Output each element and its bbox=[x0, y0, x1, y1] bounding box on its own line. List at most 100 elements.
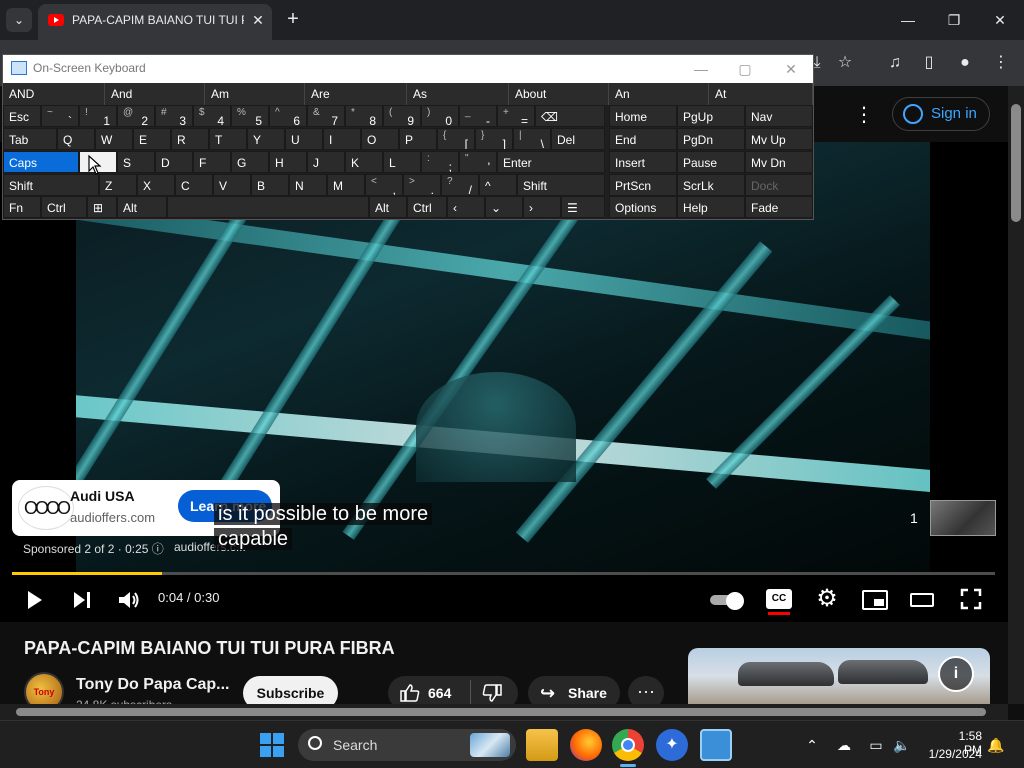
osk-key-1-5[interactable]: T bbox=[209, 128, 247, 150]
osk-key-2-2[interactable]: S bbox=[117, 151, 155, 173]
close-window-button[interactable]: ✕ bbox=[980, 6, 1020, 34]
osk-key-0-10[interactable]: (9 bbox=[383, 105, 421, 127]
channel-name[interactable]: Tony Do Papa Cap... bbox=[76, 676, 230, 694]
windows-start-icon[interactable] bbox=[260, 733, 284, 757]
firefox-icon[interactable] bbox=[570, 729, 602, 761]
bookmark-star-icon[interactable]: ☆ bbox=[832, 50, 858, 76]
sign-in-button[interactable]: Sign in bbox=[892, 97, 990, 131]
osk-key-1-9[interactable]: O bbox=[361, 128, 399, 150]
file-explorer-icon[interactable] bbox=[526, 729, 558, 761]
osk-nav-key-pause[interactable]: Pause bbox=[677, 151, 745, 173]
osk-key-1-3[interactable]: E bbox=[133, 128, 171, 150]
osk-key-4-5[interactable]: Alt bbox=[369, 196, 407, 218]
volume-icon[interactable] bbox=[116, 588, 142, 612]
osk-nav-key-nav[interactable]: Nav bbox=[745, 105, 813, 127]
osk-key-1-7[interactable]: U bbox=[285, 128, 323, 150]
sidebar-ad-banner[interactable]: i bbox=[688, 648, 990, 704]
osk-key-1-2[interactable]: W bbox=[95, 128, 133, 150]
tab-close-icon[interactable]: ✕ bbox=[248, 10, 268, 30]
osk-key-1-4[interactable]: R bbox=[171, 128, 209, 150]
prediction-0[interactable]: AND bbox=[3, 83, 105, 105]
osk-key-1-10[interactable]: P bbox=[399, 128, 437, 150]
osk-key-2-5[interactable]: G bbox=[231, 151, 269, 173]
osk-key-0-6[interactable]: % 5 bbox=[231, 105, 269, 127]
osk-key-3-3[interactable]: C bbox=[175, 174, 213, 196]
minimize-button[interactable]: — bbox=[888, 6, 928, 34]
prediction-5[interactable]: About bbox=[509, 83, 609, 105]
media-control-icon[interactable]: ♫ bbox=[882, 50, 908, 76]
osk-key-3-10[interactable]: ? / bbox=[441, 174, 479, 196]
notification-bell-icon[interactable]: 🔔 bbox=[986, 735, 1006, 755]
osk-nav-key-mv-up[interactable]: Mv Up bbox=[745, 128, 813, 150]
osk-key-2-10[interactable]: :; bbox=[421, 151, 459, 173]
on-screen-keyboard-taskbar-icon[interactable] bbox=[700, 729, 732, 761]
osk-key-4-8[interactable]: ⌄ bbox=[485, 196, 523, 218]
osk-nav-key-dock[interactable]: Dock bbox=[745, 174, 813, 196]
captions-button[interactable]: CC bbox=[766, 589, 792, 609]
like-thumb-icon[interactable] bbox=[400, 684, 420, 702]
osk-key-0-2[interactable]: ! 1 bbox=[79, 105, 117, 127]
accessibility-app-icon[interactable]: ✦ bbox=[656, 729, 688, 761]
osk-key-3-4[interactable]: V bbox=[213, 174, 251, 196]
osk-key-0-5[interactable]: $4 bbox=[193, 105, 231, 127]
osk-nav-key-scrlk[interactable]: ScrLk bbox=[677, 174, 745, 196]
horizontal-scrollbar-thumb[interactable] bbox=[16, 708, 986, 716]
osk-minimize-button[interactable]: — bbox=[681, 57, 721, 81]
maximize-button[interactable]: ❐ bbox=[934, 6, 974, 34]
osk-key-0-7[interactable]: ^ 6 bbox=[269, 105, 307, 127]
new-tab-button[interactable]: + bbox=[282, 8, 304, 30]
osk-key-4-0[interactable]: Fn bbox=[3, 196, 41, 218]
scrollbar-thumb[interactable] bbox=[1011, 104, 1021, 222]
osk-nav-key-mv-dn[interactable]: Mv Dn bbox=[745, 151, 813, 173]
osk-key-3-9[interactable]: >. bbox=[403, 174, 441, 196]
more-menu-icon[interactable]: ⋮ bbox=[852, 104, 876, 128]
tab-search-button[interactable]: ⌄ bbox=[6, 8, 32, 32]
side-panel-icon[interactable]: ▯ bbox=[916, 50, 942, 76]
osk-key-2-12[interactable]: Enter bbox=[497, 151, 605, 173]
osk-key-0-12[interactable]: _ - bbox=[459, 105, 497, 127]
play-button[interactable] bbox=[22, 588, 46, 612]
osk-nav-key-insert[interactable]: Insert bbox=[609, 151, 677, 173]
chrome-icon[interactable] bbox=[612, 729, 644, 761]
settings-gear-icon[interactable]: ⚙ bbox=[814, 586, 840, 612]
osk-nav-key-options[interactable]: Options bbox=[609, 196, 677, 218]
osk-key-3-7[interactable]: M bbox=[327, 174, 365, 196]
osk-key-1-8[interactable]: I bbox=[323, 128, 361, 150]
onedrive-icon[interactable]: ☁ bbox=[834, 735, 854, 755]
prediction-2[interactable]: Am bbox=[205, 83, 305, 105]
osk-key-4-7[interactable]: ‹ bbox=[447, 196, 485, 218]
osk-key-4-9[interactable]: › bbox=[523, 196, 561, 218]
osk-key-0-4[interactable]: #3 bbox=[155, 105, 193, 127]
osk-key-2-0[interactable]: Caps bbox=[3, 151, 79, 173]
like-count[interactable]: 664 bbox=[428, 685, 451, 701]
taskbar-search-box[interactable]: Search bbox=[298, 729, 516, 761]
osk-key-2-8[interactable]: K bbox=[345, 151, 383, 173]
osk-key-1-6[interactable]: Y bbox=[247, 128, 285, 150]
osk-key-1-1[interactable]: Q bbox=[57, 128, 95, 150]
volume-muted-icon[interactable]: 🔈 bbox=[892, 735, 912, 755]
autoplay-toggle[interactable] bbox=[710, 592, 746, 610]
osk-key-1-14[interactable]: Del bbox=[551, 128, 605, 150]
osk-key-4-2[interactable]: ⊞ bbox=[87, 196, 117, 218]
browser-menu-icon[interactable]: ⋮ bbox=[988, 50, 1014, 76]
horizontal-scrollbar[interactable] bbox=[0, 704, 1008, 720]
osk-key-3-1[interactable]: Z bbox=[99, 174, 137, 196]
osk-titlebar[interactable]: On-Screen Keyboard — ▢ ✕ bbox=[3, 55, 813, 83]
osk-key-3-8[interactable]: <, bbox=[365, 174, 403, 196]
miniplayer-button[interactable] bbox=[862, 590, 888, 610]
osk-key-2-7[interactable]: J bbox=[307, 151, 345, 173]
vertical-scrollbar[interactable] bbox=[1008, 86, 1024, 704]
fullscreen-button[interactable] bbox=[960, 588, 982, 610]
network-icon[interactable]: ▭ bbox=[866, 735, 886, 755]
osk-nav-key-help[interactable]: Help bbox=[677, 196, 745, 218]
osk-key-1-0[interactable]: Tab bbox=[3, 128, 57, 150]
osk-key-3-0[interactable]: Shift bbox=[3, 174, 99, 196]
osk-key-0-9[interactable]: * 8 bbox=[345, 105, 383, 127]
osk-key-2-4[interactable]: F bbox=[193, 151, 231, 173]
osk-key-0-1[interactable]: ~ ` bbox=[41, 105, 79, 127]
progress-bar[interactable] bbox=[12, 572, 995, 575]
osk-nav-key-fade[interactable]: Fade bbox=[745, 196, 813, 218]
osk-key-0-13[interactable]: + = bbox=[497, 105, 535, 127]
prediction-3[interactable]: Are bbox=[305, 83, 407, 105]
osk-key-4-4[interactable] bbox=[167, 196, 369, 218]
